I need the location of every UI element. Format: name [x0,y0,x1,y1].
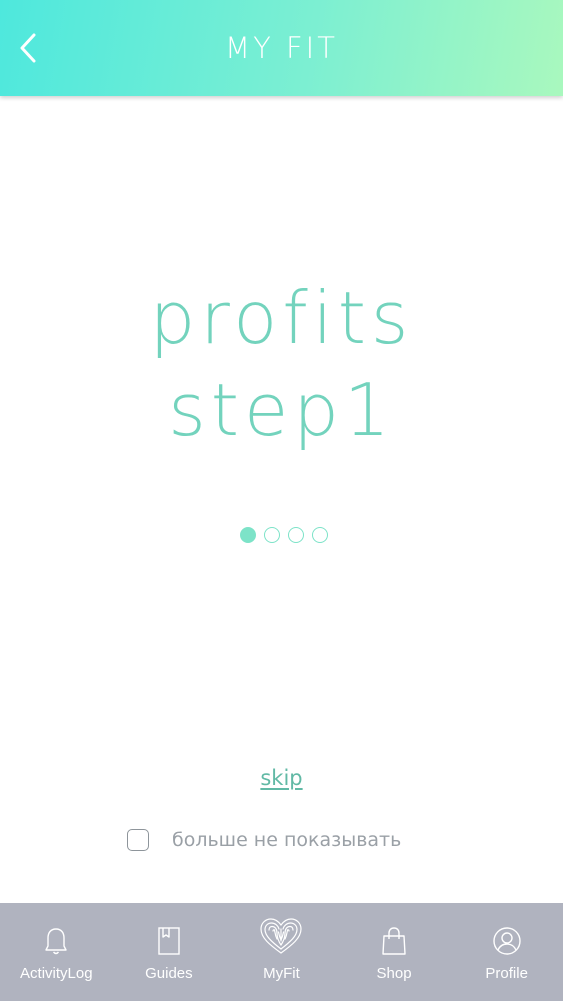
dont-show-again-row[interactable]: больше не показывать [127,829,401,851]
book-icon [158,927,180,955]
slide-title: profits step1 [0,272,563,456]
dont-show-again-label: больше не показывать [172,829,402,851]
page-dot-2[interactable] [263,527,280,543]
nav-item-profile[interactable]: Profile [450,903,563,1001]
nav-label-guides: Guides [145,965,193,982]
nav-item-guides[interactable]: Guides [113,903,226,1001]
page-dot-3[interactable] [287,527,304,543]
bell-icon [45,928,67,955]
nav-label-profile: Profile [485,965,528,982]
nav-label-myfit: MyFit [263,965,300,982]
app-header: MY FIT [0,0,563,96]
onboarding-screen: MY FIT profits step1 skip больше не пока… [0,0,563,1001]
skip-container: skip [0,766,563,790]
nav-label-activitylog: ActivityLog [20,965,93,982]
nav-item-activitylog[interactable]: ActivityLog [0,903,113,1001]
dont-show-again-checkbox[interactable] [127,829,149,851]
slide-title-line2: step1 [168,368,395,452]
page-title: MY FIT [225,31,338,65]
nav-item-shop[interactable]: Shop [338,903,451,1001]
nav-label-shop: Shop [376,965,412,982]
page-dot-1[interactable] [239,527,256,543]
page-indicator [0,527,563,543]
bottom-nav: ActivityLog Guides MyFit Shop Profile [0,903,563,1001]
page-dot-4[interactable] [311,527,328,543]
nav-item-myfit[interactable]: MyFit [225,903,338,1001]
fingerprint-heart-icon [260,918,303,954]
shopping-bag-icon [382,927,406,955]
skip-link[interactable]: skip [260,766,302,790]
slide-title-line1: profits [149,276,414,360]
user-circle-icon [492,927,521,955]
